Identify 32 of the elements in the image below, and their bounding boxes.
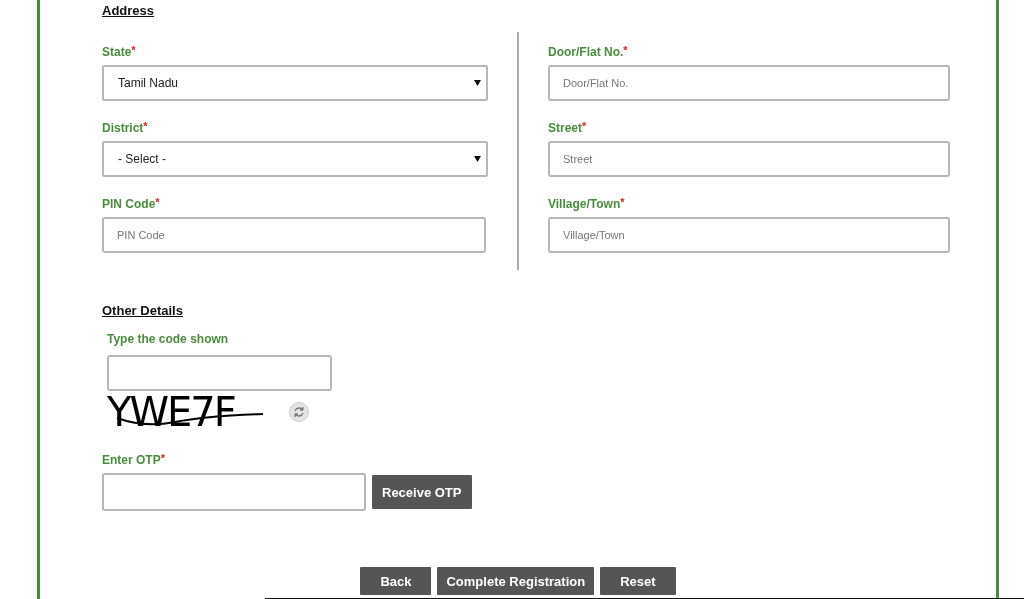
caret-icon: [474, 156, 481, 162]
field-label: Enter OTP: [102, 453, 161, 467]
required-mark: *: [143, 121, 148, 132]
form-button[interactable]: Complete Registration: [437, 567, 595, 595]
field-label: Village/Town: [548, 197, 621, 211]
field-label: Street: [548, 121, 582, 135]
form-button[interactable]: Back: [360, 567, 432, 595]
input-field[interactable]: PIN Code: [102, 217, 486, 253]
field-label: State: [102, 45, 132, 59]
form-button[interactable]: Reset: [600, 567, 676, 595]
field-label: PIN Code: [102, 197, 156, 211]
section-heading: Other Details: [102, 303, 183, 318]
input-field[interactable]: [107, 355, 332, 391]
required-mark: *: [155, 197, 160, 208]
input-field[interactable]: Door/Flat No.: [548, 65, 950, 101]
input-field[interactable]: Village/Town: [548, 217, 950, 253]
required-mark: *: [620, 197, 625, 208]
field-label: Door/Flat No.: [548, 45, 624, 59]
section-heading: Address: [102, 3, 155, 18]
caret-icon: [474, 80, 481, 86]
required-mark: *: [623, 45, 628, 56]
input-field[interactable]: Street: [548, 141, 950, 177]
dropdown[interactable]: - Select -: [102, 141, 488, 177]
required-mark: *: [582, 121, 587, 132]
receive-otp-button[interactable]: Receive OTP: [372, 475, 472, 509]
field-label: District: [102, 121, 144, 135]
refresh-icon[interactable]: [289, 402, 309, 422]
otp-field[interactable]: [102, 473, 366, 511]
dropdown[interactable]: Tamil Nadu: [102, 65, 488, 101]
required-mark: *: [131, 45, 136, 56]
required-mark: *: [160, 453, 165, 464]
field-label: Type the code shown: [107, 332, 229, 346]
